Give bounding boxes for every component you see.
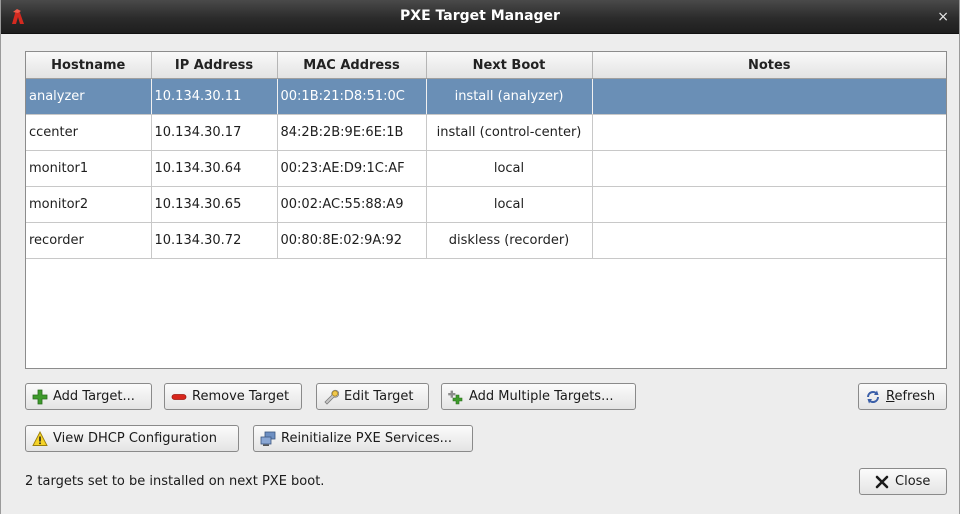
column-header-ip-address[interactable]: IP Address (151, 52, 278, 79)
cell-ip-address: 10.134.30.65 (151, 186, 278, 223)
column-header-next-boot[interactable]: Next Boot (426, 52, 593, 79)
cell-ip-address: 10.134.30.17 (151, 114, 278, 151)
reinitialize-pxe-services-label: Reinitialize PXE Services... (281, 431, 453, 446)
add-plus-icon (32, 389, 48, 404)
reinitialize-pxe-services-button[interactable]: Reinitialize PXE Services... (253, 425, 473, 452)
cell-ip-address: 10.134.30.11 (151, 78, 278, 115)
refresh-button[interactable]: Refresh (858, 383, 947, 410)
cell-notes (592, 222, 946, 259)
cell-mac-address: 84:2B:2B:9E:6E:1B (277, 114, 427, 151)
cell-ip-address: 10.134.30.64 (151, 150, 278, 187)
column-header-mac-address[interactable]: MAC Address (277, 52, 427, 79)
cell-next-boot: local (426, 186, 593, 223)
cell-mac-address: 00:23:AE:D9:1C:AF (277, 150, 427, 187)
add-multiple-icon (448, 390, 463, 404)
cell-hostname: ccenter (26, 114, 152, 151)
cell-ip-address: 10.134.30.72 (151, 222, 278, 259)
cell-next-boot: local (426, 150, 593, 187)
pxe-target-manager-window: PXE Target Manager × Hostname IP Address… (0, 0, 960, 514)
view-dhcp-configuration-label: View DHCP Configuration (53, 431, 217, 446)
add-multiple-targets-label: Add Multiple Targets... (469, 389, 614, 404)
cell-hostname: analyzer (26, 78, 152, 115)
cell-notes (592, 114, 946, 151)
add-target-button[interactable]: Add Target... (25, 383, 152, 410)
close-x-icon (875, 475, 889, 488)
edit-target-button[interactable]: Edit Target (316, 383, 429, 410)
remove-minus-icon (171, 393, 187, 400)
warning-icon (32, 430, 48, 446)
table-row[interactable]: monitor1 10.134.30.64 00:23:AE:D9:1C:AF … (26, 150, 946, 187)
table-header-row: Hostname IP Address MAC Address Next Boo… (26, 52, 946, 79)
column-header-notes[interactable]: Notes (592, 52, 946, 79)
view-dhcp-configuration-button[interactable]: View DHCP Configuration (25, 425, 239, 452)
cell-notes (592, 78, 946, 115)
cell-mac-address: 00:02:AC:55:88:A9 (277, 186, 427, 223)
cell-hostname: monitor2 (26, 186, 152, 223)
remove-target-label: Remove Target (192, 389, 290, 404)
cell-next-boot: install (analyzer) (426, 78, 593, 115)
add-multiple-targets-button[interactable]: Add Multiple Targets... (441, 383, 636, 410)
close-label: Close (895, 474, 931, 489)
refresh-label: Refresh (886, 389, 935, 404)
table-row[interactable]: ccenter 10.134.30.17 84:2B:2B:9E:6E:1B i… (26, 114, 946, 151)
cell-notes (592, 150, 946, 187)
table-row[interactable]: analyzer 10.134.30.11 00:1B:21:D8:51:0C … (26, 78, 946, 115)
cell-mac-address: 00:1B:21:D8:51:0C (277, 78, 427, 115)
add-target-label: Add Target... (53, 389, 135, 404)
window-close-icon[interactable]: × (937, 9, 949, 25)
cell-hostname: monitor1 (26, 150, 152, 187)
title-bar[interactable]: PXE Target Manager × (1, 0, 959, 34)
column-header-hostname[interactable]: Hostname (26, 52, 152, 79)
close-button[interactable]: Close (859, 468, 947, 495)
refresh-icon (867, 390, 879, 403)
wrench-icon (324, 389, 339, 405)
edit-target-label: Edit Target (344, 389, 414, 404)
cell-next-boot: diskless (recorder) (426, 222, 593, 259)
cell-mac-address: 00:80:8E:02:9A:92 (277, 222, 427, 259)
cell-hostname: recorder (26, 222, 152, 259)
remove-target-button[interactable]: Remove Target (164, 383, 302, 410)
network-computer-icon (260, 431, 276, 446)
table-row[interactable]: monitor2 10.134.30.65 00:02:AC:55:88:A9 … (26, 186, 946, 223)
cell-next-boot: install (control-center) (426, 114, 593, 151)
status-message: 2 targets set to be installed on next PX… (25, 474, 325, 489)
targets-table[interactable]: Hostname IP Address MAC Address Next Boo… (25, 51, 947, 369)
table-row[interactable]: recorder 10.134.30.72 00:80:8E:02:9A:92 … (26, 222, 946, 259)
refresh-label-rest: efresh (894, 389, 936, 404)
window-title: PXE Target Manager (400, 8, 560, 24)
cell-notes (592, 186, 946, 223)
